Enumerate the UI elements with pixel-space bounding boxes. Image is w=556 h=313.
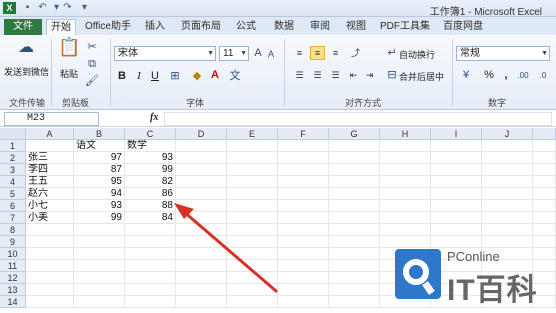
pconline-watermark: PConline IT百科 bbox=[395, 245, 550, 307]
watermark-mark: IT百科 bbox=[447, 274, 538, 307]
watermark-brand: PConline bbox=[447, 249, 500, 264]
pconline-logo-icon bbox=[395, 249, 441, 299]
arrow-shaft bbox=[181, 209, 278, 293]
